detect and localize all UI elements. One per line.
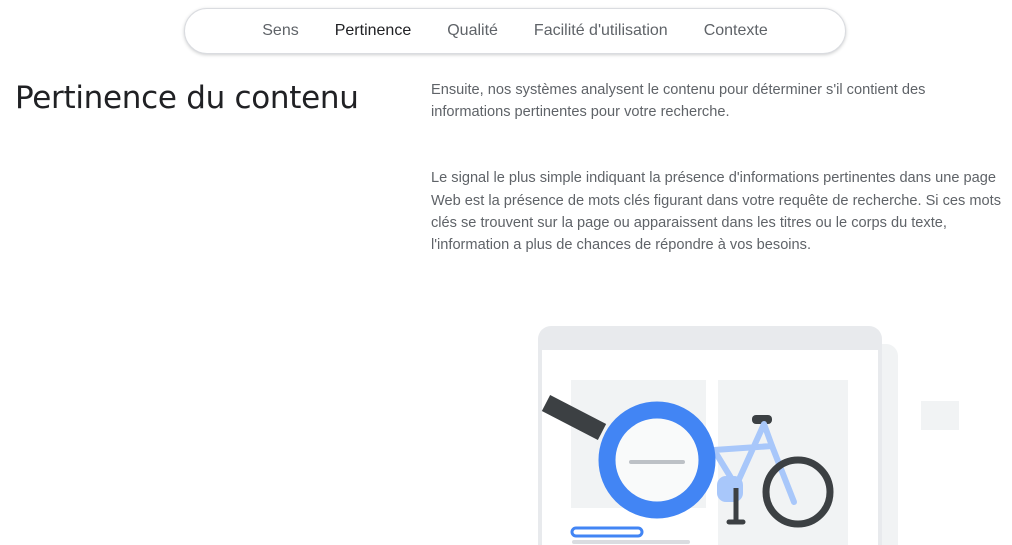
section-body: Ensuite, nos systèmes analysent le conte… (431, 79, 1001, 256)
tab-pertinence[interactable]: Pertinence (317, 8, 430, 54)
tab-contexte[interactable]: Contexte (686, 8, 786, 54)
section-tab-bar: Sens Pertinence Qualité Facilité d'utili… (184, 8, 846, 54)
relevance-illustration (538, 326, 959, 545)
floating-square-shape (921, 401, 959, 430)
intro-paragraph: Ensuite, nos systèmes analysent le conte… (431, 82, 926, 121)
page: Sens Pertinence Qualité Facilité d'utili… (0, 0, 1012, 545)
section-title: Pertinence du contenu (15, 80, 359, 116)
tab-sens[interactable]: Sens (244, 8, 316, 54)
keywords-paragraph: Le signal le plus simple indiquant la pr… (431, 170, 1001, 254)
text-line (572, 540, 690, 544)
tab-facilite-utilisation[interactable]: Facilité d'utilisation (516, 8, 686, 54)
tab-qualite[interactable]: Qualité (429, 8, 516, 54)
